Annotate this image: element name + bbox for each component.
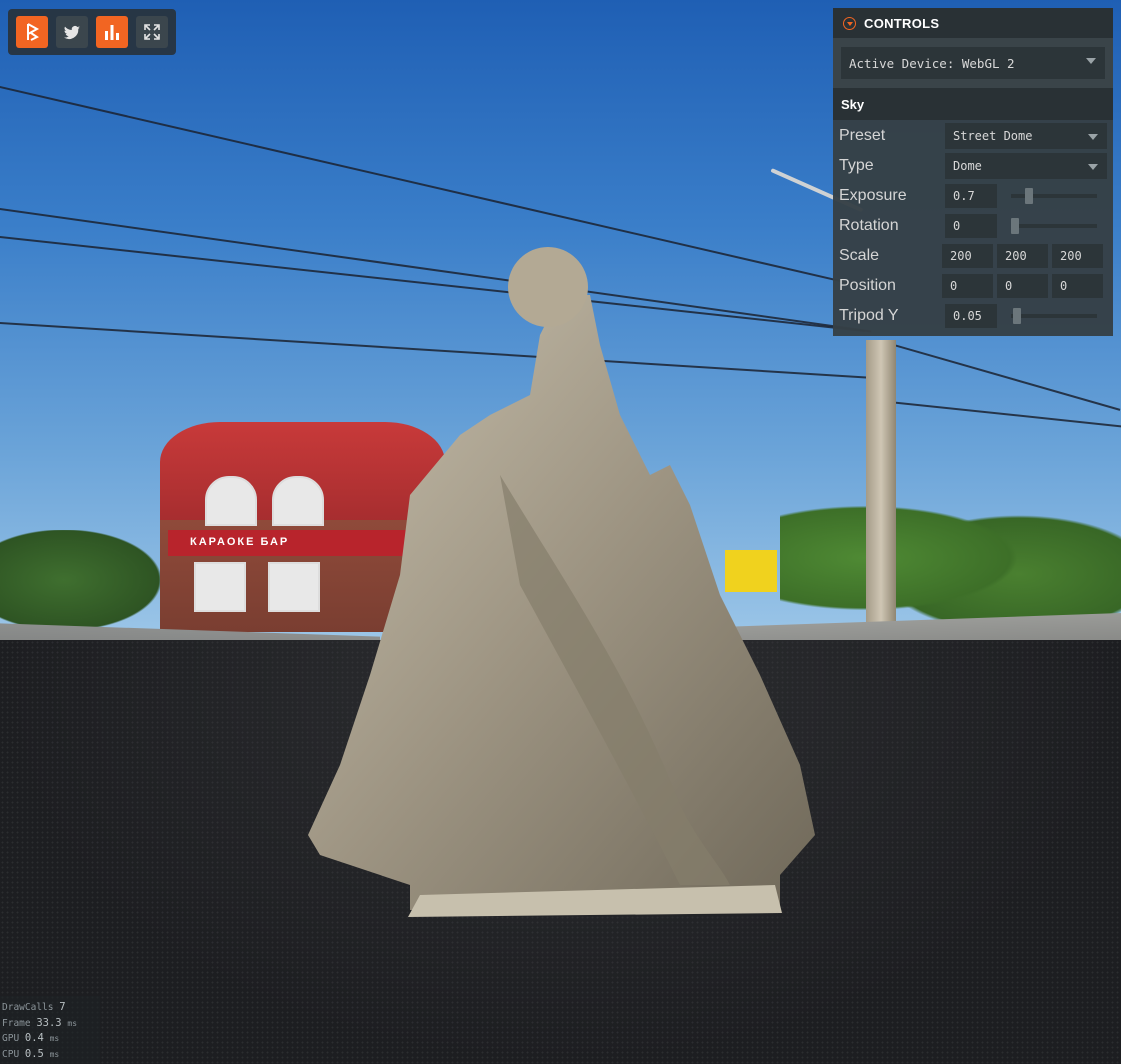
type-label: Type <box>839 157 874 174</box>
stat-label: CPU <box>2 1048 20 1060</box>
stat-unit: ms <box>49 1034 60 1043</box>
stat-value: 33.3 <box>36 1016 62 1029</box>
scale-z-input[interactable]: 200 <box>1052 244 1103 268</box>
rotation-slider[interactable] <box>1011 214 1097 238</box>
stat-value: 0.5 <box>24 1047 44 1060</box>
statue-silhouette <box>308 247 815 917</box>
trees <box>0 530 160 630</box>
playcanvas-icon <box>27 23 40 41</box>
utility-pole <box>866 340 896 655</box>
device-row: Active Device: WebGL 2 <box>833 38 1113 88</box>
type-value: Dome <box>953 159 982 173</box>
collapse-icon[interactable] <box>843 16 856 30</box>
window <box>205 476 257 526</box>
tripod-slider[interactable] <box>1011 304 1097 328</box>
active-device-select[interactable]: Active Device: WebGL 2 <box>841 47 1105 79</box>
slider-handle[interactable] <box>1025 188 1033 204</box>
tripod-row: Tripod Y 0.05 <box>833 301 1113 331</box>
bar-chart-icon <box>105 25 119 40</box>
chevron-down-icon <box>1086 58 1096 64</box>
fullscreen-icon <box>144 24 160 40</box>
stat-frame: Frame 33.3 ms <box>2 1016 98 1032</box>
device-value: Active Device: WebGL 2 <box>849 55 1015 71</box>
scale-row: Scale 200 200 200 <box>833 241 1113 271</box>
position-z-input[interactable]: 0 <box>1052 274 1103 298</box>
stat-unit: ms <box>67 1018 78 1028</box>
stat-label: GPU <box>2 1033 20 1044</box>
rotation-label: Rotation <box>839 217 899 234</box>
slider-handle[interactable] <box>1011 218 1019 234</box>
playcanvas-button[interactable] <box>16 16 48 48</box>
sign-text: КАРАОКЕ БАР <box>190 536 290 548</box>
stats-overlay: DrawCalls 7 Frame 33.3 ms GPU 0.4 ms CPU… <box>0 996 100 1064</box>
type-select[interactable]: Dome <box>945 153 1107 179</box>
exposure-row: Exposure 0.7 <box>833 181 1113 211</box>
panel-title: CONTROLS <box>864 15 940 31</box>
stat-drawcalls: DrawCalls 7 <box>2 1000 98 1016</box>
chevron-down-icon <box>1088 164 1098 170</box>
stat-unit: ms <box>49 1049 60 1059</box>
top-toolbar <box>8 9 176 55</box>
tripod-label: Tripod Y <box>839 307 899 324</box>
position-label: Position <box>839 277 896 294</box>
statue-model[interactable] <box>300 245 820 930</box>
preset-select[interactable]: Street Dome <box>945 123 1107 149</box>
slider-track <box>1011 194 1097 198</box>
rotation-row: Rotation 0 <box>833 211 1113 241</box>
section-title: Sky <box>841 96 865 112</box>
twitter-button[interactable] <box>56 16 88 48</box>
trees <box>780 470 1121 630</box>
scale-x-input[interactable]: 200 <box>942 244 994 268</box>
position-x-input[interactable]: 0 <box>942 274 994 298</box>
position-y-input[interactable]: 0 <box>997 274 1048 298</box>
stat-cpu: CPU 0.5 ms <box>2 1047 98 1063</box>
stat-label: Frame <box>2 1017 31 1029</box>
stat-value: 7 <box>59 1001 66 1013</box>
chevron-down-icon <box>1088 134 1098 140</box>
scale-label: Scale <box>839 247 880 264</box>
twitter-icon <box>64 25 80 39</box>
controls-panel: CONTROLS Active Device: WebGL 2 Sky Pres… <box>833 8 1113 336</box>
window <box>194 562 246 612</box>
fullscreen-button[interactable] <box>136 16 168 48</box>
section-sky[interactable]: Sky <box>833 88 1113 120</box>
position-row: Position 0 0 0 <box>833 271 1113 301</box>
exposure-input[interactable]: 0.7 <box>945 184 997 208</box>
scale-y-input[interactable]: 200 <box>997 244 1048 268</box>
slider-handle[interactable] <box>1013 308 1021 324</box>
tripod-input[interactable]: 0.05 <box>945 304 997 328</box>
type-row: Type Dome <box>833 151 1113 181</box>
slider-track <box>1011 224 1097 228</box>
exposure-slider[interactable] <box>1011 184 1097 208</box>
stats-button[interactable] <box>96 16 128 48</box>
slider-track <box>1011 314 1097 318</box>
controls-header[interactable]: CONTROLS <box>833 8 1113 38</box>
preset-label: Preset <box>839 127 886 144</box>
preset-row: Preset Street Dome <box>833 121 1113 151</box>
exposure-label: Exposure <box>839 187 907 204</box>
stat-label: DrawCalls <box>2 1002 54 1013</box>
preset-value: Street Dome <box>953 129 1033 143</box>
stat-value: 0.4 <box>24 1032 44 1044</box>
rotation-input[interactable]: 0 <box>945 214 997 238</box>
stat-gpu: GPU 0.4 ms <box>2 1031 98 1047</box>
